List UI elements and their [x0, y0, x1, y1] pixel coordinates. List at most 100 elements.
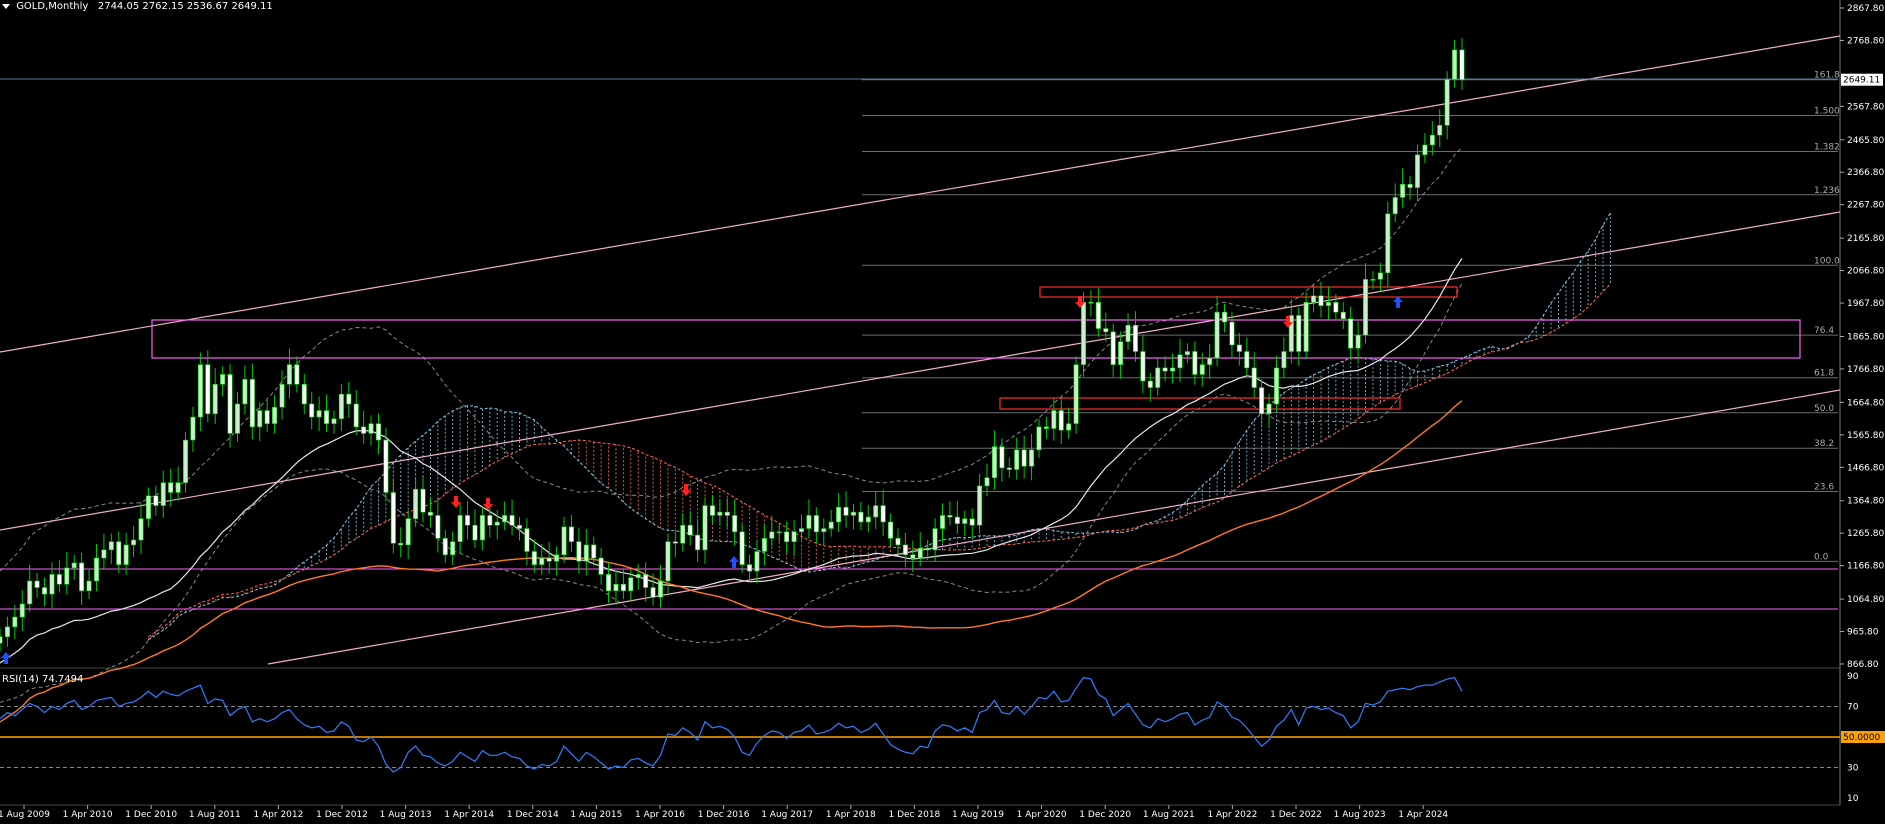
candle[interactable]: [1058, 410, 1064, 431]
candle[interactable]: [1221, 311, 1228, 323]
candle[interactable]: [0, 636, 3, 644]
candle[interactable]: [1118, 341, 1124, 365]
candle[interactable]: [598, 557, 604, 575]
candle[interactable]: [131, 539, 137, 546]
candle[interactable]: [991, 446, 997, 479]
candle[interactable]: [1385, 213, 1391, 274]
candle[interactable]: [717, 511, 723, 516]
candle[interactable]: [1400, 184, 1406, 198]
candle[interactable]: [1207, 357, 1213, 365]
candle[interactable]: [294, 364, 300, 385]
candle[interactable]: [1177, 354, 1183, 369]
candle[interactable]: [79, 562, 85, 592]
price-chart[interactable]: 161.81.5001.3821.236100.076.461.850.038.…: [0, 0, 1885, 824]
candle[interactable]: [1236, 344, 1242, 352]
candle[interactable]: [1147, 380, 1153, 388]
candle[interactable]: [1414, 154, 1420, 188]
candle[interactable]: [183, 439, 189, 483]
candle[interactable]: [1370, 279, 1376, 281]
candle[interactable]: [620, 583, 626, 592]
candle[interactable]: [635, 574, 641, 579]
candle[interactable]: [554, 554, 560, 562]
candle[interactable]: [413, 488, 419, 520]
candle[interactable]: [761, 538, 767, 552]
candle[interactable]: [234, 403, 241, 434]
candle[interactable]: [405, 518, 411, 546]
candle[interactable]: [1266, 403, 1272, 415]
candle[interactable]: [910, 554, 916, 559]
candle[interactable]: [86, 580, 92, 592]
candle[interactable]: [301, 383, 307, 405]
candle[interactable]: [457, 515, 463, 542]
candle[interactable]: [168, 482, 174, 493]
candle[interactable]: [272, 406, 278, 424]
candle[interactable]: [895, 538, 901, 546]
candle[interactable]: [576, 541, 582, 562]
candle[interactable]: [813, 515, 819, 533]
candle[interactable]: [27, 580, 33, 605]
candle[interactable]: [1170, 367, 1176, 372]
candle[interactable]: [1444, 79, 1450, 126]
red-zone-box[interactable]: [999, 397, 1401, 410]
candle[interactable]: [850, 511, 856, 516]
candle[interactable]: [1348, 318, 1354, 349]
candle[interactable]: [502, 515, 508, 523]
candle[interactable]: [249, 379, 255, 428]
candle[interactable]: [665, 541, 671, 582]
candle[interactable]: [1392, 197, 1398, 215]
candle[interactable]: [1029, 449, 1035, 467]
candle[interactable]: [1073, 364, 1079, 424]
candle[interactable]: [1333, 302, 1339, 313]
candle[interactable]: [509, 515, 515, 526]
candle[interactable]: [583, 544, 589, 562]
candle[interactable]: [821, 528, 827, 533]
candle[interactable]: [390, 492, 396, 544]
candle[interactable]: [1362, 279, 1369, 336]
candle[interactable]: [324, 410, 330, 424]
candle[interactable]: [4, 626, 10, 638]
candle[interactable]: [1422, 144, 1428, 156]
candle[interactable]: [628, 577, 634, 592]
candle[interactable]: [116, 541, 122, 565]
candle[interactable]: [1199, 364, 1205, 375]
candle[interactable]: [888, 521, 894, 539]
candle[interactable]: [1162, 367, 1168, 372]
candle[interactable]: [93, 557, 100, 582]
symbol-menu-icon[interactable]: [2, 3, 10, 9]
candle[interactable]: [331, 418, 337, 424]
channel-upper-line[interactable]: [0, 35, 1841, 353]
candle[interactable]: [880, 505, 886, 523]
candle[interactable]: [138, 518, 144, 541]
candle[interactable]: [732, 515, 738, 533]
candle[interactable]: [49, 574, 55, 595]
candle[interactable]: [398, 542, 404, 546]
candle[interactable]: [836, 506, 842, 523]
candle[interactable]: [1184, 351, 1190, 356]
candle[interactable]: [71, 562, 77, 569]
candle[interactable]: [643, 574, 649, 588]
candle[interactable]: [657, 580, 664, 598]
candle[interactable]: [561, 526, 567, 556]
candle[interactable]: [1251, 367, 1257, 388]
candle[interactable]: [939, 515, 946, 529]
candle[interactable]: [1095, 302, 1101, 329]
candle[interactable]: [865, 516, 871, 523]
candle[interactable]: [1066, 423, 1072, 431]
candle[interactable]: [487, 515, 493, 526]
candle[interactable]: [925, 547, 931, 551]
candle[interactable]: [1318, 295, 1324, 306]
candle[interactable]: [42, 587, 48, 595]
candle[interactable]: [1192, 351, 1198, 375]
candle[interactable]: [190, 416, 196, 441]
candle[interactable]: [212, 383, 218, 415]
candle[interactable]: [12, 616, 18, 628]
candle[interactable]: [427, 511, 433, 516]
candle[interactable]: [205, 364, 211, 415]
candle[interactable]: [546, 557, 552, 562]
candle[interactable]: [34, 580, 40, 588]
candle[interactable]: [1340, 311, 1346, 320]
candle[interactable]: [672, 541, 678, 544]
candle[interactable]: [64, 567, 70, 585]
candle[interactable]: [353, 403, 359, 428]
candle[interactable]: [791, 531, 797, 542]
